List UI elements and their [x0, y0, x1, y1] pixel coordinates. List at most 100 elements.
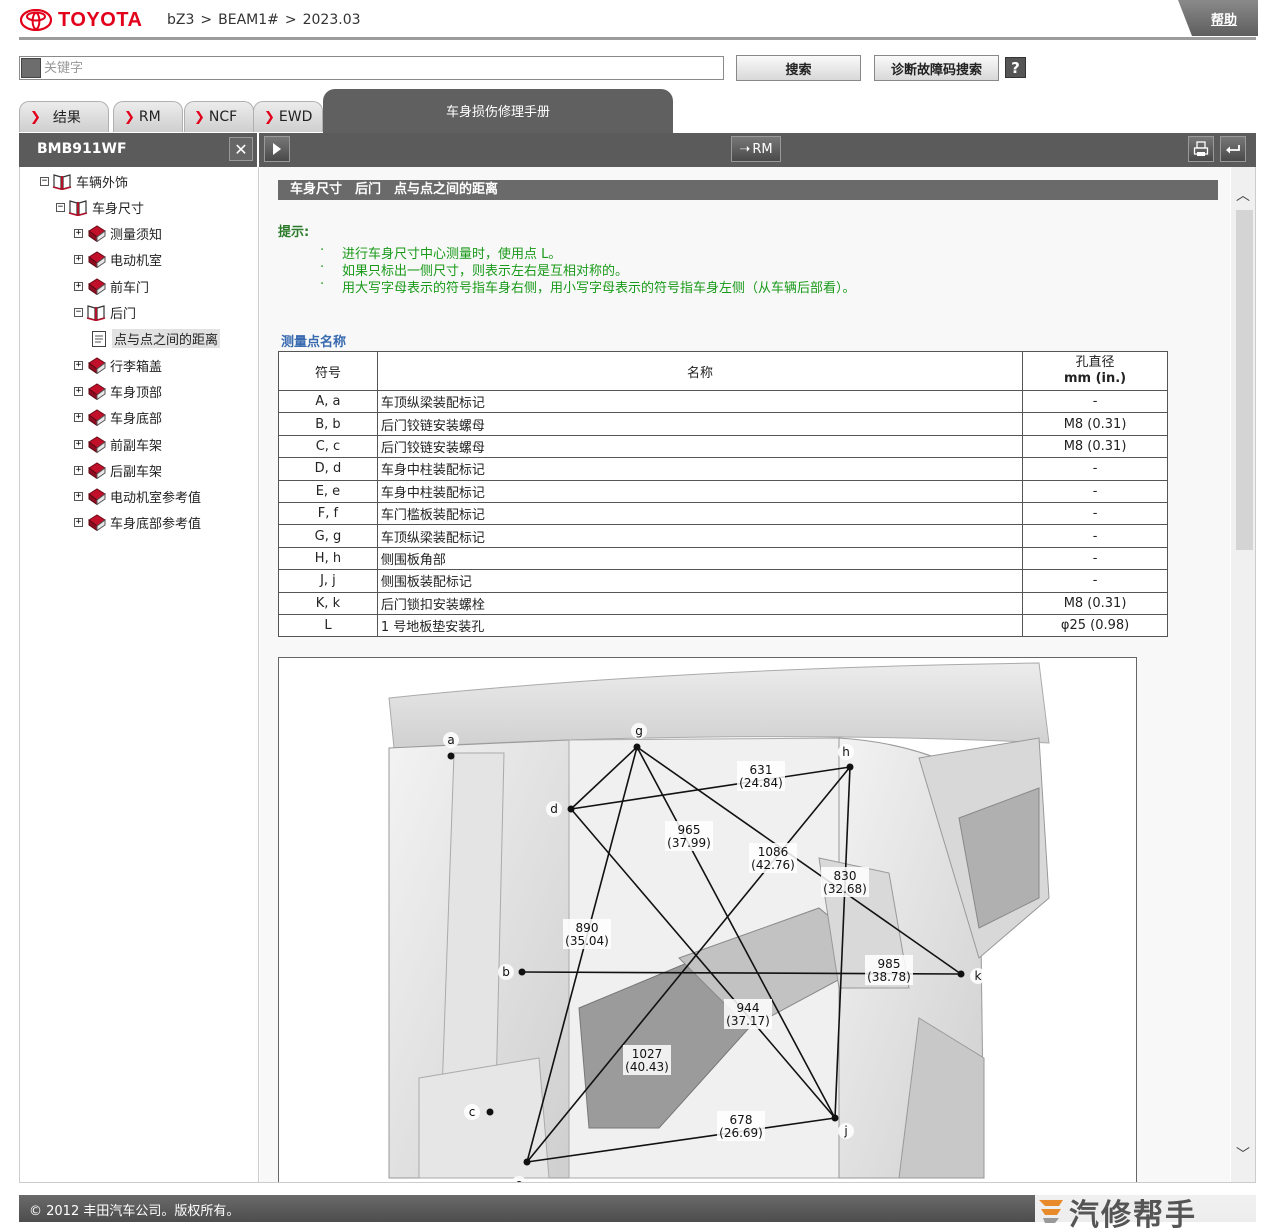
expand-icon[interactable]: + — [74, 255, 83, 265]
tree-node[interactable]: + 测量须知 — [74, 224, 162, 244]
table-row: L1 号地板垫安装孔 φ25 (0.98) — [278, 613, 1168, 638]
tab-ncf[interactable]: ❯ NCF — [184, 101, 254, 132]
tab-label: NCF — [208, 109, 238, 125]
body-dimension-diagram: aghdbkcje 631(24.84)965(37.99)1086(42.76… — [278, 657, 1137, 1182]
hint-item: · 用大写字母表示的符号指车身右侧，用小写字母表示的符号指车身左侧（从车辆后部看）… — [320, 277, 856, 296]
cell-hole-diameter: M8 (0.31) — [1022, 434, 1168, 459]
dtc-search-button[interactable]: 诊断故障码搜索 — [874, 55, 999, 81]
breadcrumb-item: BEAM1# — [218, 12, 279, 28]
search-button[interactable]: 搜索 — [736, 55, 861, 81]
back-button[interactable] — [1220, 136, 1246, 162]
help-link[interactable]: 帮助 — [1211, 9, 1237, 28]
tree-node[interactable]: + 电动机室参考值 — [74, 487, 201, 507]
table-title: 测量点名称 — [281, 335, 347, 350]
tab-rm[interactable]: ❯ RM — [113, 101, 183, 132]
table-row: C, c 后门铰链安装螺母 M8 (0.31) — [278, 434, 1168, 459]
closed-book-icon — [86, 409, 106, 427]
close-icon[interactable]: ✕ — [229, 137, 253, 161]
app-window: TOYOTA bZ3 > BEAM1# > 2023.03 帮助 搜索 诊断故障… — [0, 0, 1275, 1232]
tree-node[interactable]: + 车身底部 — [74, 408, 162, 428]
tree-node[interactable]: + 行李箱盖 — [74, 355, 162, 375]
expand-icon[interactable]: + — [74, 492, 83, 502]
tree-node[interactable]: + 车身顶部 — [74, 381, 162, 401]
cell-hole-diameter: - — [1022, 501, 1168, 526]
closed-book-icon — [86, 357, 106, 375]
chevron-right-icon: ❯ — [30, 109, 41, 125]
expand-icon[interactable]: + — [74, 386, 83, 396]
tree-node[interactable]: − 车辆外饰 — [40, 171, 128, 191]
expand-icon[interactable]: + — [74, 281, 83, 291]
expand-icon[interactable]: + — [74, 518, 83, 528]
help-tab[interactable]: 帮助 — [1178, 0, 1258, 36]
expand-arrow-button[interactable] — [264, 136, 290, 162]
point-label: j — [843, 1124, 847, 1138]
point-label: g — [635, 724, 643, 738]
expand-icon[interactable]: + — [74, 439, 83, 449]
closed-book-icon — [86, 435, 106, 453]
cell-hole-diameter: - — [1022, 389, 1168, 414]
tree-node[interactable]: + 前副车架 — [74, 434, 162, 454]
tab-results[interactable]: ❯ 结果 — [19, 101, 109, 132]
breadcrumb: bZ3 > BEAM1# > 2023.03 — [167, 12, 361, 28]
cell-hole-diameter: - — [1022, 479, 1168, 503]
point-label: d — [550, 802, 558, 816]
tree-node[interactable]: + 前车门 — [74, 276, 149, 296]
tree-node[interactable]: 点与点之间的距离 — [90, 329, 221, 349]
dimension-inch: (40.43) — [625, 1060, 669, 1074]
measurement-point-table: 符号 名称 孔直径 mm (in.) A, a 车顶纵梁装配标记 - B, b 后门铰链… — [278, 351, 1168, 638]
cell-hole-diameter: M8 (0.31) — [1022, 412, 1168, 436]
collapse-icon[interactable]: − — [40, 176, 49, 186]
expand-icon[interactable]: + — [74, 229, 83, 239]
goto-rm-button[interactable]: ➝ RM — [731, 136, 781, 162]
dimension-inch: (38.78) — [867, 970, 911, 984]
cell-hole-diameter: M8 (0.31) — [1022, 591, 1168, 615]
bottom-divider — [19, 1182, 1256, 1183]
search-input[interactable] — [42, 58, 723, 78]
col-symbol: 符号 — [278, 351, 378, 391]
cell-symbol: L — [278, 613, 378, 638]
expand-icon[interactable]: + — [74, 360, 83, 370]
scroll-down-icon[interactable]: ﹀ — [1236, 1144, 1250, 1164]
closed-book-icon — [86, 278, 106, 296]
scrollbar-thumb[interactable] — [1236, 210, 1253, 550]
tree-node[interactable]: + 车身底部参考值 — [74, 513, 201, 533]
cell-symbol: F, f — [278, 501, 378, 526]
tree-node-label: 车身尺寸 — [92, 201, 145, 217]
table-row: B, b 后门铰链安装螺母 M8 (0.31) — [278, 412, 1168, 436]
collapse-icon[interactable]: − — [74, 308, 83, 317]
breadcrumb-sep: > — [284, 12, 297, 28]
left-panel-header: BMB911WF ✕ — [19, 133, 257, 167]
col-hole-diameter: 孔直径 mm (in.) — [1022, 351, 1168, 391]
tab-ewd[interactable]: ❯ EWD — [253, 101, 323, 132]
dimension-inch: (42.76) — [751, 858, 795, 872]
print-icon — [1193, 141, 1209, 156]
tree-node[interactable]: + 后副车架 — [74, 460, 162, 480]
tree-node-label: 车身底部 — [110, 412, 163, 428]
scroll-up-icon[interactable]: ︿ — [1236, 185, 1250, 205]
chevron-right-icon: ❯ — [194, 109, 205, 125]
collapse-icon[interactable]: − — [56, 202, 65, 212]
content-toolbar: ➝ RM — [259, 133, 1256, 167]
tree-node[interactable]: − 后门 — [74, 303, 136, 323]
dimension-mm: 965 — [678, 823, 701, 837]
expand-icon[interactable]: + — [74, 413, 83, 423]
help-question-icon[interactable]: ? — [1005, 57, 1026, 78]
tree-node[interactable]: − 车身尺寸 — [56, 197, 144, 217]
dimension-inch: (24.84) — [739, 776, 783, 790]
print-button[interactable] — [1188, 136, 1214, 162]
table-row: D, d 车身中柱装配标记 - — [278, 457, 1168, 481]
cell-symbol: H, h — [278, 546, 378, 571]
tree-node[interactable]: + 电动机室 — [74, 250, 162, 270]
tab-label: RM — [138, 109, 161, 125]
cell-name: 后门锁扣安装螺栓 — [376, 591, 1024, 615]
measurement-point — [846, 763, 854, 771]
dimension-mm: 944 — [737, 1001, 760, 1015]
content-pane: 车身尺寸 后门 点与点之间的距离 提示: · 进行车身尺寸中心测量时，使用点 L。… — [260, 167, 1230, 1182]
cell-name: 侧围板装配标记 — [376, 569, 1024, 593]
tree-node-label: 后门 — [110, 307, 137, 322]
expand-icon[interactable]: + — [74, 465, 83, 475]
tab-body-repair-manual[interactable]: 车身损伤修理手册 — [323, 89, 673, 133]
tree-node-label: 点与点之间的距离 — [112, 329, 221, 349]
cell-name: 1 号地板垫安装孔 — [376, 613, 1024, 638]
vertical-scrollbar[interactable]: ︿ ﹀ — [1231, 167, 1256, 1182]
